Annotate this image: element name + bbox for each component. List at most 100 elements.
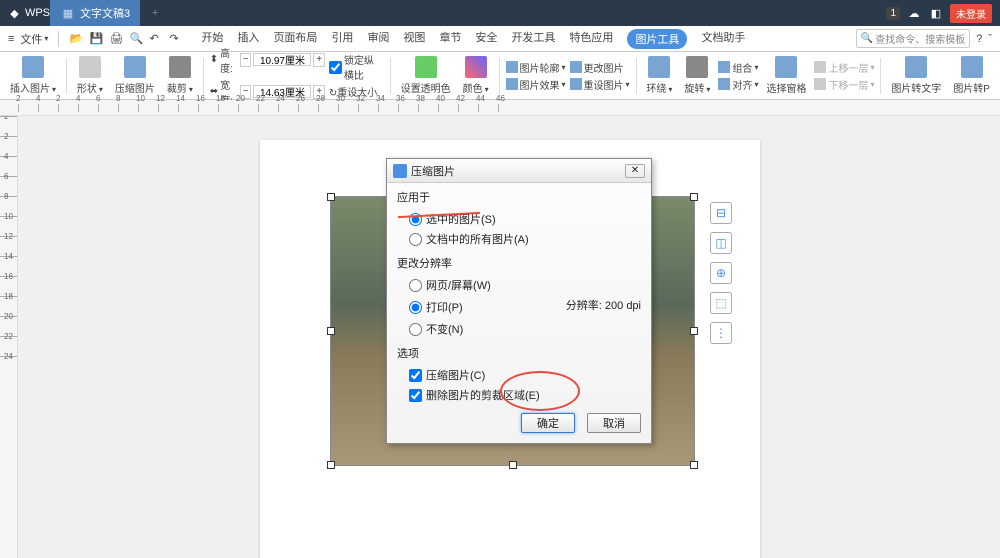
handle-bl[interactable] [327, 461, 335, 469]
check-delete-crop[interactable]: 删除图片的剪裁区域(E) [397, 385, 641, 405]
handle-tl[interactable] [327, 193, 335, 201]
down-layer-button[interactable]: 下移一层▾ [814, 77, 874, 92]
floating-tools: ⊟ ◫ ⊕ ⬚ ⋮ [710, 202, 732, 344]
reset-pic-button[interactable]: 重设图片▾ [570, 77, 630, 92]
height-input[interactable] [253, 53, 311, 66]
check-compress[interactable]: 压缩图片(C) [397, 365, 641, 385]
skin-icon[interactable]: ◧ [928, 5, 944, 21]
menubar-right: 🔍查找命令、搜索模板 ? ˇ [856, 29, 992, 48]
radio-selected-pic[interactable]: 选中的图片(S) [397, 209, 641, 229]
app-name: WPS [25, 7, 50, 19]
menu-icon[interactable]: ≡ [8, 33, 14, 45]
zoom-icon[interactable]: ⊕ [710, 262, 732, 284]
pic-outline-button[interactable]: 图片轮廓▾ [506, 60, 566, 75]
tab-review[interactable]: 审阅 [367, 29, 389, 49]
arrange-group: 组合▾ 对齐▾ [718, 60, 758, 92]
crop-button[interactable]: 裁剪 [163, 56, 197, 95]
resolution-value: 分辨率: 200 dpi [566, 297, 641, 317]
picture-change-group: 更改图片 重设图片▾ [570, 60, 630, 92]
handle-tr[interactable] [690, 193, 698, 201]
dialog-close-button[interactable]: ✕ [625, 164, 645, 178]
cloud-icon[interactable]: ☁ [906, 5, 922, 21]
group-button[interactable]: 组合▾ [718, 60, 758, 75]
help-icon[interactable]: ? [976, 33, 982, 45]
document-area: 224681012141618202224 ⊟ ◫ ⊕ ⬚ ⋮ 压缩图片 ✕ 应… [0, 116, 1000, 558]
print-icon[interactable]: 🖨 [109, 32, 123, 46]
menubar: ≡ 文件▾ 📂 💾 🖨 🔍 ↶ ↷ 开始 插入 页面布局 引用 审阅 视图 章节… [0, 26, 1000, 52]
pic2p-icon [961, 56, 983, 78]
undo-icon[interactable]: ↶ [149, 32, 163, 46]
dialog-titlebar[interactable]: 压缩图片 ✕ [387, 159, 651, 183]
radio-all-pics[interactable]: 文档中的所有图片(A) [397, 229, 641, 249]
ruler-vertical: 224681012141618202224 [0, 116, 18, 558]
cancel-button[interactable]: 取消 [587, 413, 641, 433]
radio-web[interactable]: 网页/屏幕(W) [397, 275, 641, 295]
compress-button[interactable]: 压缩图片 [111, 56, 159, 95]
rotate-icon [686, 56, 708, 78]
size-options: 锁定纵横比 ↻重设大小 [329, 52, 384, 99]
tab-section[interactable]: 章节 [439, 29, 461, 49]
lock-ratio-check[interactable]: 锁定纵横比 [329, 52, 384, 82]
handle-b[interactable] [509, 461, 517, 469]
trans-icon [415, 56, 437, 78]
change-pic-button[interactable]: 更改图片 [570, 60, 630, 75]
pic-to-text-button[interactable]: 图片转文字 [887, 56, 945, 95]
picture-style-group: 图片轮廓▾ 图片效果▾ [506, 60, 566, 92]
layout-options-icon[interactable]: ⊟ [710, 202, 732, 224]
insert-picture-button[interactable]: 插入图片 [6, 56, 60, 95]
pic-to-pdf-button[interactable]: 图片转P [949, 56, 994, 95]
tab-picture-tools[interactable]: 图片工具 [627, 29, 687, 49]
login-button[interactable]: 未登录 [950, 4, 992, 23]
radio-print[interactable]: 打印(P) [409, 297, 463, 317]
pic-effect-button[interactable]: 图片效果▾ [506, 77, 566, 92]
tab-helper[interactable]: 文档助手 [701, 29, 745, 49]
height-plus[interactable]: + [313, 53, 324, 67]
shape-icon [79, 56, 101, 78]
tab-ref[interactable]: 引用 [331, 29, 353, 49]
selection-pane-button[interactable]: 选择窗格 [762, 56, 810, 95]
shape-button[interactable]: 形状 [73, 56, 107, 95]
crop-float-icon[interactable]: ⬚ [710, 292, 732, 314]
document-tab[interactable]: ▦ 文字文稿3 [50, 0, 140, 26]
quick-access: 📂 💾 🖨 🔍 ↶ ↷ [69, 32, 183, 46]
collapse-icon[interactable]: ˇ [988, 33, 992, 45]
file-menu[interactable]: 文件▾ [20, 31, 48, 47]
up-icon [814, 61, 826, 73]
color-button[interactable]: 颜色 [459, 56, 493, 95]
pic2text-icon [905, 56, 927, 78]
tab-security[interactable]: 安全 [475, 29, 497, 49]
tab-special[interactable]: 特色应用 [569, 29, 613, 49]
handle-r[interactable] [690, 327, 698, 335]
wrap-options-icon[interactable]: ◫ [710, 232, 732, 254]
redo-icon[interactable]: ↷ [169, 32, 183, 46]
resolution-legend: 更改分辨率 [397, 255, 452, 271]
crop-icon [169, 56, 191, 78]
compress-dialog: 压缩图片 ✕ 应用于 选中的图片(S) 文档中的所有图片(A) 更改分辨率 网页… [386, 158, 652, 444]
tab-dev[interactable]: 开发工具 [511, 29, 555, 49]
more-float-icon[interactable]: ⋮ [710, 322, 732, 344]
insert-pic-icon [22, 56, 44, 78]
open-icon[interactable]: 📂 [69, 32, 83, 46]
dialog-title: 压缩图片 [411, 163, 455, 179]
new-tab-button[interactable]: + [140, 7, 170, 19]
radio-nochange[interactable]: 不变(N) [397, 319, 641, 339]
handle-br[interactable] [690, 461, 698, 469]
search-box[interactable]: 🔍查找命令、搜索模板 [856, 29, 970, 48]
rotate-button[interactable]: 旋转 [680, 56, 714, 95]
handle-l[interactable] [327, 327, 335, 335]
notif-badge[interactable]: 1 [886, 7, 900, 20]
preview-icon[interactable]: 🔍 [129, 32, 143, 46]
effect-icon [506, 78, 518, 90]
wrap-button[interactable]: 环绕 [642, 56, 676, 95]
save-icon[interactable]: 💾 [89, 32, 103, 46]
change-icon [570, 61, 582, 73]
height-minus[interactable]: − [240, 53, 251, 67]
ok-button[interactable]: 确定 [521, 413, 575, 433]
align-button[interactable]: 对齐▾ [718, 77, 758, 92]
tab-view[interactable]: 视图 [403, 29, 425, 49]
titlebar-right: 1 ☁ ◧ 未登录 [886, 4, 1000, 23]
wps-icon: ◆ [8, 5, 21, 21]
ruler-horizontal: 2424681012141618202224262830323436384042… [0, 100, 1000, 116]
transparency-button[interactable]: 设置透明色 [397, 56, 455, 95]
up-layer-button[interactable]: 上移一层▾ [814, 60, 874, 75]
